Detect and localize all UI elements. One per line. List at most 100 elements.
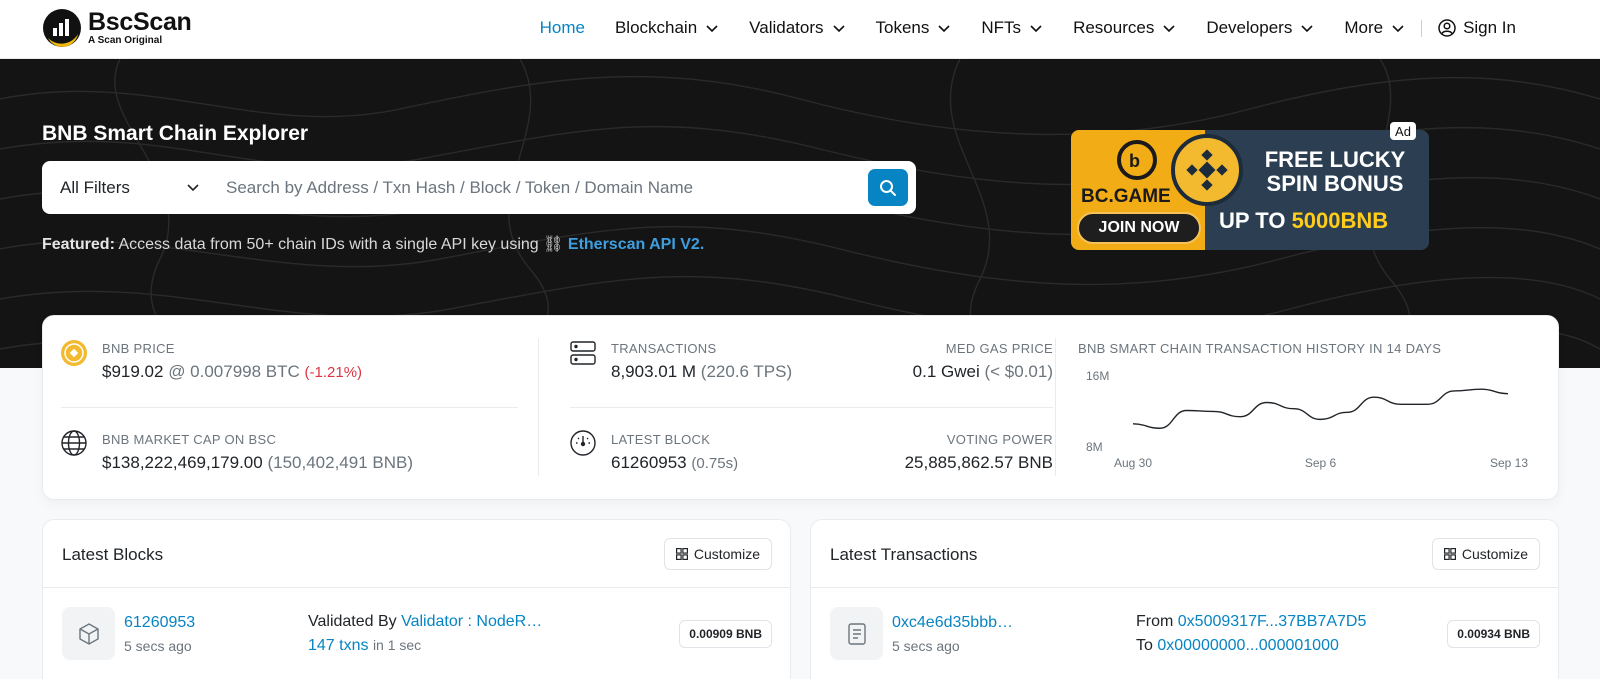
divider (61, 407, 518, 408)
txn-to: To 0x00000000...000001000 (1136, 637, 1339, 655)
to-address-link[interactable]: 0x00000000...000001000 (1157, 637, 1339, 654)
grid-icon (1443, 548, 1456, 560)
featured-text: Access data from 50+ chain IDs with a si… (118, 236, 539, 253)
data-point[interactable] (1157, 425, 1163, 431)
ad-offer: UP TO 5000BNB (1219, 208, 1388, 234)
bnb-coin-icon (1171, 134, 1243, 206)
block-cube-icon (62, 607, 115, 660)
voting-power-value: 25,885,862.57 BNB (904, 453, 1053, 472)
chevron-down-icon (832, 25, 845, 33)
bnb-coin-icon (61, 340, 87, 371)
txn-hash-link[interactable]: 0xc4e6d35bbb… (892, 614, 1013, 632)
customize-button[interactable]: Customize (663, 538, 772, 570)
block-number-link[interactable]: 61260953 (124, 614, 195, 632)
stats-card: BNB PRICE $919.02 @ 0.007998 BTC (-1.21%… (42, 315, 1559, 500)
featured-label: Featured: (42, 236, 115, 253)
chain-link-icon: ⛓ (543, 236, 564, 253)
etherscan-api-link[interactable]: Etherscan API V2. (568, 236, 704, 253)
validator-link[interactable]: Validator : NodeR… (401, 613, 542, 630)
gas-value[interactable]: 0.1 Gwei (913, 362, 980, 381)
nav-tokens[interactable]: Tokens (876, 18, 952, 38)
grid-icon (675, 548, 688, 560)
panel-header: Latest Blocks Customize (43, 520, 790, 588)
latest-transactions-panel: Latest Transactions Customize 0xc4e6d35b… (810, 519, 1559, 679)
txn-from: From 0x5009317F...37BB7A7D5 (1136, 613, 1366, 631)
search-filter-select[interactable]: All Filters (60, 161, 200, 214)
data-point[interactable] (1130, 421, 1136, 427)
ad-banner[interactable]: b BC.GAME JOIN NOW FREE LUCKY SPIN BONUS… (1071, 130, 1429, 250)
from-label: From (1136, 613, 1174, 630)
search-filter-label: All Filters (60, 177, 130, 197)
customize-button[interactable]: Customize (1431, 538, 1540, 570)
transactions-value[interactable]: 8,903.01 M (611, 362, 696, 381)
transactions-tps: (220.6 TPS) (700, 362, 793, 381)
nav-home-label: Home (539, 18, 585, 37)
data-point[interactable] (1318, 416, 1324, 422)
chevron-down-icon (1030, 25, 1042, 33)
chart-title: BNB SMART CHAIN TRANSACTION HISTORY IN 1… (1078, 341, 1442, 356)
latest-block-stat: LATEST BLOCK 61260953 (0.75s) (611, 432, 738, 473)
ad-badge: Ad (1390, 122, 1416, 140)
svg-text:b: b (1129, 151, 1140, 171)
customize-label: Customize (1461, 546, 1528, 562)
x-tick-label: Sep 13 (1490, 456, 1528, 470)
data-point[interactable] (1371, 394, 1377, 400)
chevron-down-icon (938, 25, 950, 33)
data-point[interactable] (1210, 408, 1216, 414)
data-point[interactable] (1264, 400, 1270, 406)
data-point[interactable] (1451, 388, 1457, 394)
bnb-price-btc: @ 0.007998 BTC (168, 362, 300, 381)
nav-nfts-label: NFTs (981, 18, 1022, 37)
ad-join-button[interactable]: JOIN NOW (1077, 212, 1201, 244)
data-point[interactable] (1237, 414, 1243, 420)
search-input[interactable] (226, 169, 846, 206)
latest-block-time: (0.75s) (691, 455, 739, 472)
block-reward-badge: 0.00909 BNB (679, 620, 772, 648)
data-point[interactable] (1344, 409, 1350, 415)
x-tick-label: Sep 6 (1305, 456, 1337, 470)
ad-brand-name: BC.GAME (1081, 186, 1171, 207)
site-header: BscScan A Scan Original Home Blockchain … (0, 0, 1600, 59)
search-button[interactable] (868, 169, 908, 206)
data-point[interactable] (1398, 401, 1404, 407)
market-cap-bnb: (150,402,491 BNB) (267, 453, 413, 472)
server-icon (570, 340, 596, 371)
bscscan-logo-icon (42, 8, 82, 48)
data-point[interactable] (1505, 391, 1511, 397)
user-circle-icon (1438, 19, 1456, 37)
transaction-document-icon (830, 607, 883, 660)
nav-resources[interactable]: Resources (1073, 18, 1176, 38)
data-point[interactable] (1291, 406, 1297, 412)
from-address-link[interactable]: 0x5009317F...37BB7A7D5 (1178, 613, 1367, 630)
divider (570, 407, 1053, 408)
data-point[interactable] (1184, 408, 1190, 414)
validated-by: Validated By Validator : NodeR… (308, 613, 542, 631)
data-point[interactable] (1478, 386, 1484, 392)
page-title: BNB Smart Chain Explorer (42, 122, 309, 145)
block-txns: 147 txns in 1 sec (308, 637, 421, 655)
nav-home[interactable]: Home (540, 18, 585, 38)
latest-block-value[interactable]: 61260953 (611, 453, 687, 472)
voting-power-stat: VOTING POWER 25,885,862.57 BNB (823, 432, 1053, 473)
txns-link[interactable]: 147 txns (308, 637, 368, 654)
nav-blockchain-label: Blockchain (614, 18, 698, 37)
transactions-stat: TRANSACTIONS 8,903.01 M (220.6 TPS) (611, 341, 792, 382)
chevron-down-icon (187, 184, 199, 192)
sign-in-link[interactable]: Sign In (1438, 18, 1516, 38)
nav-developers[interactable]: Developers (1206, 18, 1314, 38)
bnb-price-value[interactable]: $919.02 (102, 362, 163, 381)
latest-blocks-panel: Latest Blocks Customize 61260953 5 secs … (42, 519, 791, 679)
latest-block-label: LATEST BLOCK (611, 432, 711, 447)
transaction-history-chart[interactable]: 16M 8M Aug 30 Sep 6 Sep 13 (1078, 363, 1538, 475)
data-point[interactable] (1425, 401, 1431, 407)
chevron-down-icon (1392, 25, 1404, 33)
nav-tokens-label: Tokens (875, 18, 930, 37)
nav-nfts[interactable]: NFTs (981, 18, 1043, 38)
bnb-price-label: BNB PRICE (102, 341, 175, 356)
y-tick-label: 16M (1086, 369, 1109, 383)
logo[interactable]: BscScan A Scan Original (42, 8, 192, 48)
nav-more[interactable]: More (1344, 18, 1405, 38)
y-tick-label: 8M (1086, 440, 1103, 454)
nav-validators[interactable]: Validators (749, 18, 845, 38)
nav-blockchain[interactable]: Blockchain (615, 18, 719, 38)
